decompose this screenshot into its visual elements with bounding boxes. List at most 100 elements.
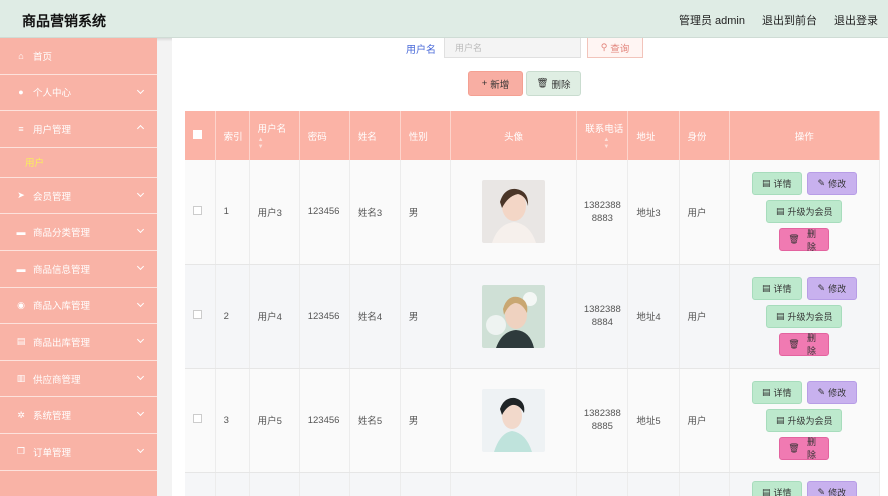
- detail-button[interactable]: ▤ 详情: [751, 380, 802, 404]
- header-role[interactable]: 身份: [679, 111, 730, 160]
- delete-row-button[interactable]: 🗑 删除: [779, 332, 830, 356]
- table-row: 1 用户3 123456 姓名3 男 1382388 8883 地址3 用户 ▤…: [185, 160, 881, 265]
- header-index[interactable]: 索引: [215, 111, 250, 160]
- home-icon: ⌂: [18, 50, 24, 61]
- sidebar-item-system[interactable]: ✲ 系统管理: [0, 397, 157, 434]
- doc-icon: ▤: [762, 486, 771, 496]
- trash-icon: 🗑: [788, 234, 800, 245]
- pencil-icon: ✎: [817, 486, 826, 496]
- search-button[interactable]: ⚲ 查询: [587, 38, 643, 58]
- sidebar-item-users[interactable]: ≡ 用户管理: [0, 111, 157, 148]
- sidebar-item-profile[interactable]: ● 个人中心: [0, 75, 157, 112]
- sidebar: ⌂ 首页 ● 个人中心 ≡ 用户管理 用户 ➤ 会员管理 ▬ 商品分类管理 ▬ …: [0, 38, 157, 496]
- upgrade-to-member-button[interactable]: ▤ 升级为会员: [766, 200, 843, 224]
- upgrade-button-label: 升级为会员: [787, 311, 833, 322]
- batch-delete-button[interactable]: 🗑 删除: [526, 71, 581, 96]
- header-address[interactable]: 地址: [627, 111, 680, 160]
- header-password[interactable]: 密码: [299, 111, 350, 160]
- search-input[interactable]: [444, 38, 581, 58]
- table-row: ▤ 详情 ✎ 修改: [185, 472, 881, 496]
- logout-link[interactable]: 退出登录: [834, 12, 878, 28]
- header-label: 联系电话: [585, 123, 624, 135]
- sidebar-item-orders[interactable]: ❐ 订单管理: [0, 434, 157, 471]
- users-table: 索引 用户名 ▲ ▼ 密码 姓名 性别 头像 联系电话 ▲ ▼ 地址 身份 操作 1 用…: [185, 111, 881, 496]
- top-bar: 商品营销系统 管理员 admin 退出到前台 退出登录: [0, 0, 888, 38]
- chevron-down-icon: [136, 299, 145, 307]
- sidebar-item-label: 首页: [33, 51, 53, 63]
- pencil-icon: ✎: [817, 282, 826, 293]
- edit-button[interactable]: ✎ 修改: [806, 172, 857, 196]
- sidebar-item-label: 商品信息管理: [33, 264, 91, 276]
- sidebar-item-categories[interactable]: ▬ 商品分类管理: [0, 214, 157, 251]
- row-checkbox[interactable]: [193, 310, 202, 319]
- sidebar-item-stock-in[interactable]: ◉ 商品入库管理: [0, 288, 157, 325]
- header-phone[interactable]: 联系电话 ▲ ▼: [576, 111, 629, 160]
- sidebar-item-label: 商品出库管理: [33, 337, 91, 349]
- add-button[interactable]: + 新增: [468, 71, 523, 96]
- detail-button-label: 详情: [773, 487, 792, 496]
- row-checkbox[interactable]: [193, 205, 202, 215]
- header-name[interactable]: 姓名: [349, 111, 401, 160]
- upgrade-button-label: 升级为会员: [787, 207, 833, 218]
- header-avatar[interactable]: 头像: [450, 111, 578, 160]
- detail-button[interactable]: ▤ 详情: [751, 480, 802, 496]
- avatar: [482, 284, 546, 348]
- cell-actions: ▤ 详情 ✎ 修改 ▤ 升级为会员 🗑 删除: [729, 368, 881, 473]
- cell-password: 123456: [299, 264, 350, 369]
- bar-chart-icon: ▥: [16, 373, 26, 384]
- select-all-checkbox[interactable]: [193, 129, 202, 139]
- edit-button[interactable]: ✎ 修改: [806, 276, 857, 300]
- chevron-down-icon: [136, 445, 145, 453]
- edit-button[interactable]: ✎ 修改: [806, 480, 857, 496]
- sidebar-item-home[interactable]: ⌂ 首页: [0, 38, 157, 75]
- chevron-down-icon: [136, 226, 145, 234]
- detail-button[interactable]: ▤ 详情: [751, 172, 802, 196]
- list-icon: ≡: [18, 123, 24, 134]
- header-gender[interactable]: 性别: [400, 111, 452, 160]
- main-content: 用户名 ⚲ 查询 + 新增 🗑 删除 索引 用户名▲▼ 密码 姓名 性别 头像: [172, 38, 888, 496]
- row-select-cell: [185, 368, 216, 473]
- user-icon: ●: [18, 87, 24, 98]
- cell-phone: 1382388 8883: [576, 160, 629, 265]
- search-label: 用户名: [406, 44, 436, 56]
- delete-row-button[interactable]: 🗑 删除: [779, 228, 830, 252]
- cell-gender: 男: [400, 264, 452, 369]
- cell-username: [249, 472, 300, 496]
- cell-name: 姓名4: [349, 264, 401, 369]
- select-all-cell: [185, 111, 216, 160]
- header-username[interactable]: 用户名 ▲ ▼: [249, 111, 300, 160]
- row-select-cell: [185, 472, 216, 496]
- delete-row-label: 删除: [807, 333, 817, 356]
- avatar: [482, 388, 546, 452]
- delete-row-label: 删除: [807, 437, 817, 460]
- app-title: 商品营销系统: [22, 13, 106, 29]
- phone-line-2: 8884: [591, 317, 613, 328]
- detail-button-label: 详情: [773, 387, 792, 398]
- phone-line-1: 1382388: [583, 304, 621, 315]
- detail-button-label: 详情: [773, 179, 792, 190]
- cell-address: 地址3: [627, 160, 680, 265]
- delete-row-button[interactable]: 🗑 删除: [779, 436, 830, 460]
- phone-line-2: 8883: [591, 212, 613, 224]
- sidebar-item-stock-out[interactable]: ▤ 商品出库管理: [0, 324, 157, 361]
- cell-index: [215, 472, 250, 496]
- chevron-down-icon: [136, 336, 145, 344]
- detail-button[interactable]: ▤ 详情: [751, 276, 802, 300]
- sidebar-subitem-users[interactable]: 用户: [0, 148, 157, 178]
- trash-icon: 🗑: [788, 442, 800, 453]
- edit-button[interactable]: ✎ 修改: [806, 380, 857, 404]
- sidebar-item-suppliers[interactable]: ▥ 供应商管理: [0, 361, 157, 398]
- cell-address: 地址4: [627, 264, 680, 369]
- chevron-down-icon: [136, 409, 145, 417]
- avatar: [482, 180, 546, 244]
- sidebar-item-members[interactable]: ➤ 会员管理: [0, 178, 157, 215]
- cell-address: [627, 472, 680, 496]
- upgrade-to-member-button[interactable]: ▤ 升级为会员: [766, 304, 843, 328]
- edit-button-label: 修改: [828, 387, 847, 398]
- row-checkbox[interactable]: [193, 414, 202, 423]
- sidebar-item-products[interactable]: ▬ 商品信息管理: [0, 251, 157, 288]
- exit-to-front-link[interactable]: 退出到前台: [762, 12, 817, 28]
- upgrade-to-member-button[interactable]: ▤ 升级为会员: [766, 408, 843, 432]
- chevron-down-icon: [136, 262, 145, 271]
- header-label: 地址: [636, 131, 656, 143]
